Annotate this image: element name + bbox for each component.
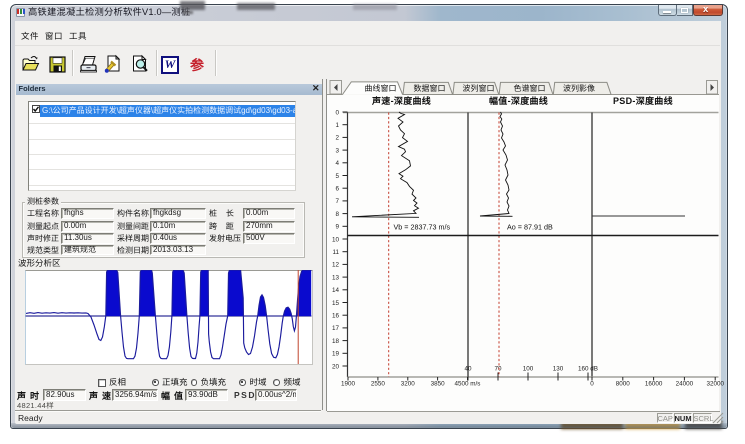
svg-text:19: 19 [332, 351, 340, 358]
svg-text:Ao = 87.91 dB: Ao = 87.91 dB [507, 223, 553, 232]
svg-text:Vb = 2837.73 m/s: Vb = 2837.73 m/s [394, 223, 451, 232]
svg-text:5: 5 [335, 173, 339, 180]
svg-text:14: 14 [332, 287, 340, 294]
svg-text:11: 11 [332, 249, 339, 256]
svg-text:1: 1 [335, 122, 339, 129]
svg-text:4: 4 [335, 160, 339, 167]
svg-text:8000: 8000 [616, 381, 631, 388]
svg-text:6: 6 [335, 186, 339, 193]
svg-text:3: 3 [335, 147, 339, 154]
svg-text:24000: 24000 [676, 381, 694, 388]
svg-text:15: 15 [332, 300, 340, 307]
svg-text:9: 9 [335, 224, 339, 231]
svg-text:2: 2 [335, 135, 339, 142]
svg-text:1900: 1900 [341, 381, 356, 388]
svg-text:130: 130 [553, 366, 564, 373]
svg-text:20: 20 [332, 363, 340, 370]
svg-text:40: 40 [464, 366, 472, 373]
svg-text:8: 8 [335, 211, 339, 218]
svg-text:3200: 3200 [401, 381, 416, 388]
svg-text:0: 0 [335, 109, 339, 116]
svg-text:160 dB: 160 dB [578, 366, 598, 373]
svg-text:32000: 32000 [706, 381, 724, 388]
svg-text:100: 100 [523, 366, 534, 373]
svg-text:12: 12 [332, 262, 340, 269]
svg-text:16: 16 [332, 313, 340, 320]
svg-text:13: 13 [332, 274, 340, 281]
svg-text:18: 18 [332, 338, 340, 345]
svg-text:3850: 3850 [431, 381, 446, 388]
svg-text:0: 0 [590, 381, 594, 388]
svg-text:70: 70 [494, 366, 502, 373]
svg-text:7: 7 [335, 198, 339, 205]
svg-text:17: 17 [332, 325, 340, 332]
svg-text:16000: 16000 [645, 381, 663, 388]
svg-text:4500 m/s: 4500 m/s [455, 381, 481, 388]
svg-text:2550: 2550 [371, 381, 386, 388]
svg-text:10: 10 [332, 236, 340, 243]
